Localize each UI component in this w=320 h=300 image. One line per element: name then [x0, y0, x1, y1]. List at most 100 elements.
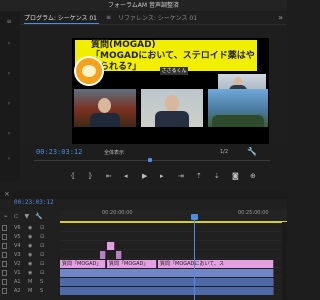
close-icon[interactable]: × — [4, 190, 10, 198]
track-header: V1 ◉ ⊡ — [0, 269, 60, 277]
lock-icon[interactable]: ⊡ — [40, 260, 44, 268]
target-toggle[interactable] — [2, 252, 7, 258]
track-row[interactable] — [60, 251, 287, 259]
clip[interactable]: 質問「MOGAD」 — [60, 260, 106, 268]
monitor-timecode[interactable]: 00:23:03:12 — [36, 148, 82, 156]
tab-reference[interactable]: リファレンス: シーケンス 01 — [118, 14, 197, 24]
wrench-icon[interactable]: 🔧 — [35, 213, 42, 220]
link-icon[interactable]: ⊂ — [14, 213, 19, 220]
target-toggle[interactable] — [2, 279, 7, 285]
camera-icon[interactable]: ◙ — [232, 171, 239, 181]
clip[interactable] — [107, 242, 115, 250]
zoom-select[interactable]: 全体表示 — [104, 149, 124, 156]
marker-icon[interactable]: ▼ — [25, 213, 30, 220]
clip[interactable]: 質問「MOGAD」 — [107, 260, 157, 268]
mute-icon[interactable]: M — [28, 278, 32, 286]
wrench-icon[interactable]: 🔧 — [247, 147, 257, 156]
panel-menu-icon[interactable]: ≡ — [4, 19, 14, 25]
ruler-label: 00:20:00:00 — [102, 210, 133, 216]
audio-clip[interactable] — [60, 278, 274, 286]
vertical-scrollbar[interactable] — [282, 222, 287, 300]
left-panel: ≡ › › › › › — [0, 11, 20, 181]
track-name: V3 — [14, 252, 21, 258]
timeline-timecode[interactable]: 00:23:03:12 — [14, 199, 54, 206]
video-frame[interactable]: 質問(MOGAD) 「MOGADにおいて、ステロイド薬はやめられる?」 ささるく… — [72, 38, 269, 144]
track-row[interactable] — [60, 233, 287, 241]
clip[interactable] — [100, 251, 106, 259]
scrub-bar[interactable] — [34, 160, 270, 161]
clip[interactable] — [116, 251, 122, 259]
track-row[interactable]: 質問「MOGAD」 質問「MOGAD」 質問「MOGADにおいて、ス — [60, 260, 287, 268]
eye-icon[interactable]: ◉ — [28, 269, 32, 277]
target-toggle[interactable] — [2, 288, 7, 294]
track-name: V4 — [14, 243, 21, 249]
caption-line-1: 質問(MOGAD) — [91, 40, 156, 50]
track-row[interactable] — [60, 287, 287, 295]
tab-menu-icon[interactable]: ≡ — [106, 14, 111, 21]
chevron-icon[interactable]: › — [4, 41, 14, 47]
work-area-bar[interactable] — [60, 221, 287, 223]
mark-in-icon[interactable]: ⦃ — [70, 171, 75, 181]
target-toggle[interactable] — [2, 243, 7, 249]
track-header: A2 M S — [0, 287, 60, 295]
track-header: V2 ◉ ⊡ — [0, 260, 60, 268]
extract-icon[interactable]: ⇣ — [214, 171, 220, 181]
timeline-tools: ⌁ ⊂ ▼ 🔧 — [4, 213, 64, 221]
clip[interactable]: 質問「MOGADにおいて、ス — [158, 260, 274, 268]
lock-icon[interactable]: ⊡ — [40, 251, 44, 259]
eye-icon[interactable]: ◉ — [28, 260, 32, 268]
lock-icon[interactable]: ⊡ — [40, 233, 44, 241]
target-toggle[interactable] — [2, 270, 7, 276]
face — [98, 98, 111, 113]
track-row[interactable] — [60, 224, 287, 232]
step-forward-icon[interactable]: ▸ — [160, 171, 164, 181]
camera-tile-1 — [74, 89, 136, 127]
eye-icon[interactable]: ◉ — [28, 233, 32, 241]
mark-out-icon[interactable]: ⦄ — [88, 171, 93, 181]
audio-clip[interactable] — [60, 287, 274, 295]
track-name: A2 — [14, 288, 21, 294]
snap-icon[interactable]: ⌁ — [4, 213, 8, 220]
step-back-icon[interactable]: ◂ — [124, 171, 128, 181]
playhead-handle[interactable] — [148, 158, 152, 162]
track-row[interactable] — [60, 278, 287, 286]
mute-icon[interactable]: M — [28, 287, 32, 295]
go-to-in-icon[interactable]: ⇤ — [106, 171, 112, 181]
greeting-label: ささるくん — [160, 67, 188, 75]
window-title: フォーラムAM 音声調整済 — [0, 0, 287, 11]
track-row[interactable] — [60, 269, 287, 277]
eye-icon[interactable]: ◉ — [28, 242, 32, 250]
track-row[interactable] — [60, 242, 287, 250]
lift-icon[interactable]: ⇡ — [196, 171, 202, 181]
eye-icon[interactable]: ◉ — [28, 224, 32, 232]
chevron-icon[interactable]: › — [4, 156, 14, 162]
track-header: A1 M S — [0, 278, 60, 286]
eye-icon[interactable]: ◉ — [28, 251, 32, 259]
go-to-out-icon[interactable]: ⇥ — [178, 171, 184, 181]
overflow-icon[interactable]: » — [278, 13, 283, 22]
track-name: A1 — [14, 279, 21, 285]
resolution-select[interactable]: 1/2 — [220, 149, 228, 155]
target-toggle[interactable] — [2, 234, 7, 240]
play-icon[interactable]: ▶ — [142, 171, 147, 181]
lock-icon[interactable]: ⊡ — [40, 269, 44, 277]
settings-icon[interactable]: ⊕ — [250, 171, 256, 181]
playhead-handle[interactable] — [191, 214, 198, 220]
active-tab-indicator — [24, 23, 99, 24]
track-header: V4 ◉ ⊡ — [0, 242, 60, 250]
clip[interactable] — [60, 269, 274, 277]
lock-icon[interactable]: ⊡ — [40, 224, 44, 232]
solo-icon[interactable]: S — [40, 278, 43, 286]
playhead-line[interactable] — [194, 214, 195, 300]
mascot-logo — [74, 56, 104, 86]
target-toggle[interactable] — [2, 225, 7, 231]
chevron-icon[interactable]: › — [4, 131, 14, 137]
track-name: V1 — [14, 270, 21, 276]
chevron-icon[interactable]: › — [4, 71, 14, 77]
lock-icon[interactable]: ⊡ — [40, 242, 44, 250]
chevron-icon[interactable]: › — [4, 101, 14, 107]
target-toggle[interactable] — [2, 261, 7, 267]
solo-icon[interactable]: S — [40, 287, 43, 295]
body — [90, 113, 120, 127]
track-header: V3 ◉ ⊡ — [0, 251, 60, 259]
